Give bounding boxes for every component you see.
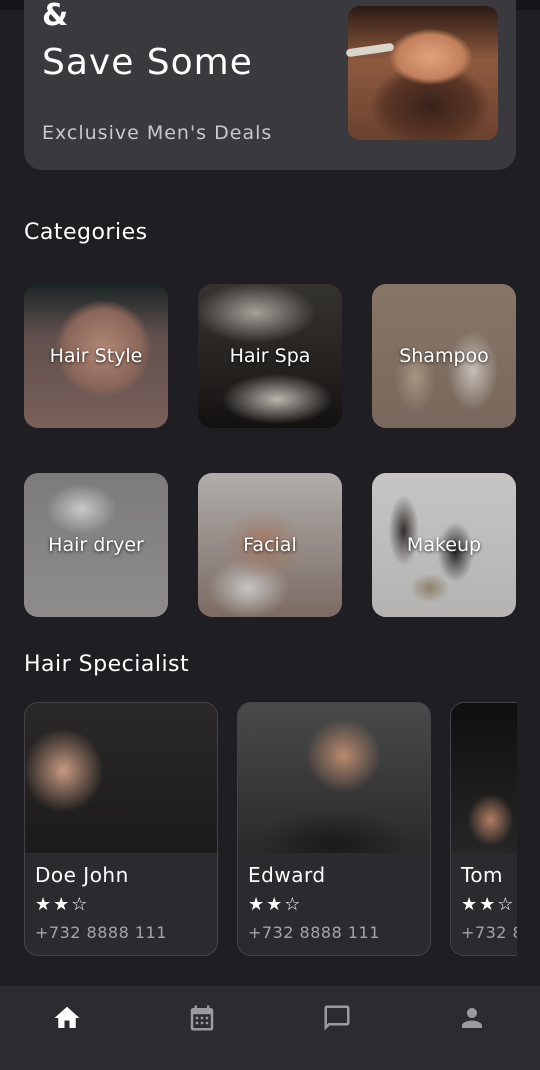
star-rating: ★★☆ bbox=[461, 894, 516, 915]
categories-title: Categories bbox=[24, 220, 148, 245]
category-shampoo[interactable]: Shampoo bbox=[372, 284, 516, 428]
star-rating: ★★☆ bbox=[248, 894, 303, 915]
category-hair-dryer[interactable]: Hair dryer bbox=[24, 473, 168, 617]
promo-subtitle: Exclusive Men's Deals bbox=[42, 122, 273, 144]
category-label: Hair Style bbox=[49, 345, 143, 367]
promo-banner[interactable]: & Save Some Exclusive Men's Deals bbox=[24, 0, 516, 170]
specialist-card-edward[interactable]: Edward ★★☆ +732 8888 111 bbox=[237, 702, 431, 956]
specialist-photo bbox=[25, 703, 217, 853]
specialist-phone: +732 8888 111 bbox=[35, 923, 167, 942]
category-label: Hair dryer bbox=[48, 534, 144, 556]
nav-calendar[interactable] bbox=[182, 998, 222, 1038]
category-label: Makeup bbox=[406, 534, 482, 556]
calendar-icon bbox=[190, 1005, 214, 1031]
category-label: Shampoo bbox=[399, 345, 489, 367]
nav-messages[interactable] bbox=[317, 998, 357, 1038]
promo-title: Save Some bbox=[42, 42, 253, 83]
nav-profile[interactable] bbox=[452, 998, 492, 1038]
specialist-card-doe-john[interactable]: Doe John ★★☆ +732 8888 111 bbox=[24, 702, 218, 956]
bottom-navigation bbox=[0, 986, 540, 1070]
category-hair-spa[interactable]: Hair Spa bbox=[198, 284, 342, 428]
category-hair-style[interactable]: Hair Style bbox=[24, 284, 168, 428]
category-label: Facial bbox=[243, 534, 297, 556]
chat-icon bbox=[324, 1005, 350, 1031]
makeup-brush-image bbox=[345, 42, 395, 58]
specialist-name: Edward bbox=[248, 863, 326, 887]
nav-home[interactable] bbox=[47, 998, 87, 1038]
specialist-phone: +732 8888 111 bbox=[461, 923, 517, 942]
specialist-phone: +732 8888 111 bbox=[248, 923, 380, 942]
specialist-card-tom[interactable]: Tom ★★☆ +732 8888 111 bbox=[450, 702, 517, 956]
category-makeup[interactable]: Makeup bbox=[372, 473, 516, 617]
star-rating: ★★☆ bbox=[35, 894, 90, 915]
promo-photo bbox=[345, 6, 498, 140]
specialist-name: Doe John bbox=[35, 863, 129, 887]
category-label: Hair Spa bbox=[229, 345, 311, 367]
person-icon bbox=[462, 1008, 482, 1028]
specialist-photo bbox=[238, 703, 430, 853]
specialist-name: Tom bbox=[461, 863, 504, 887]
category-facial[interactable]: Facial bbox=[198, 473, 342, 617]
hair-specialist-title: Hair Specialist bbox=[24, 652, 190, 677]
specialist-photo bbox=[451, 703, 517, 853]
promo-ampersand: & bbox=[42, 0, 69, 33]
home-icon bbox=[54, 1006, 80, 1028]
